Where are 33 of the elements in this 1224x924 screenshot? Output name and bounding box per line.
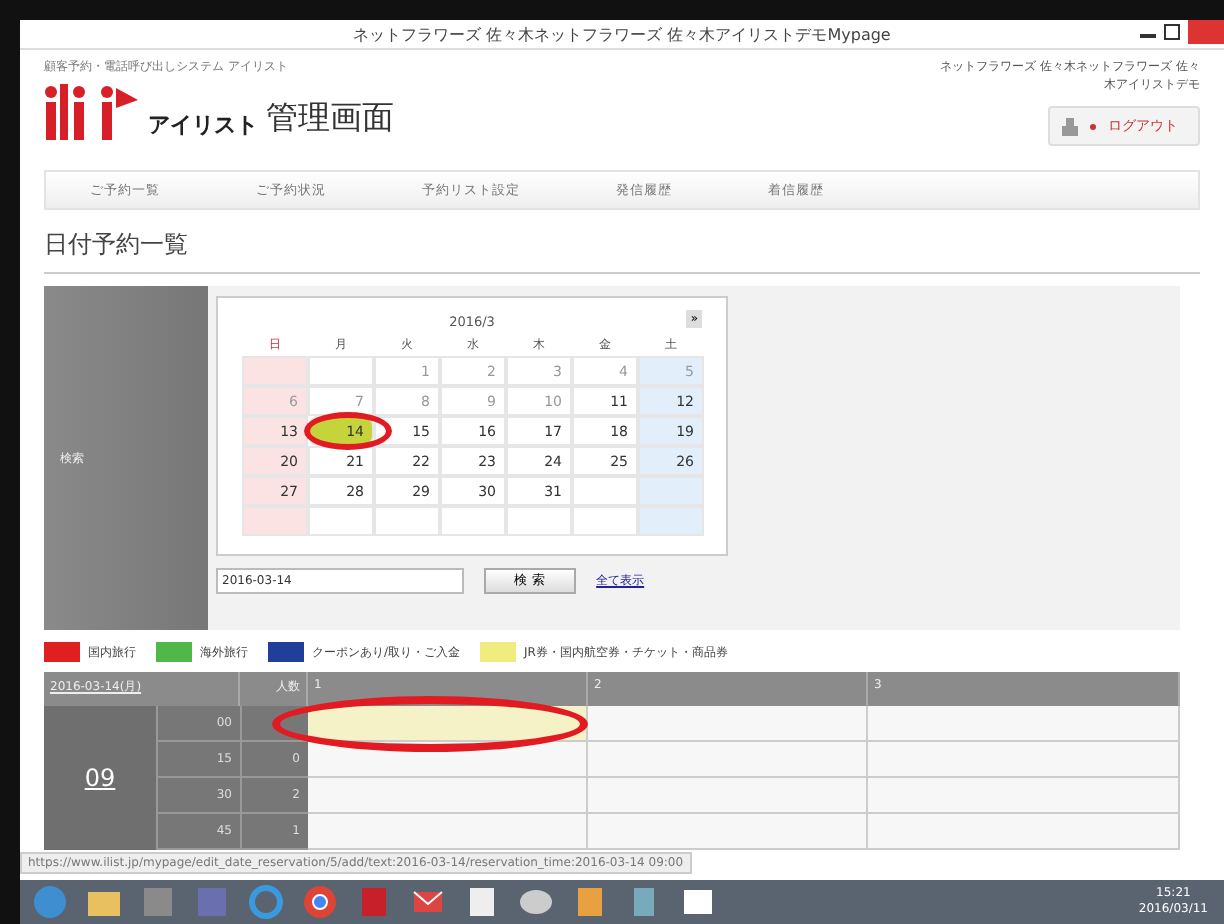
window-title: ネットフラワーズ 佐々木ネットフラワーズ 佐々木アイリストデモMypage [353, 23, 891, 45]
empty-day-cell [638, 476, 704, 506]
empty-day-cell [374, 506, 440, 536]
slot-cell[interactable] [868, 778, 1180, 814]
slot-cell[interactable] [308, 706, 588, 742]
app-icon[interactable] [572, 884, 608, 920]
document-icon[interactable] [464, 884, 500, 920]
app-icon[interactable] [140, 884, 176, 920]
slot-cell[interactable] [868, 706, 1180, 742]
start-orb-icon[interactable] [32, 884, 68, 920]
slot-cell[interactable] [588, 706, 868, 742]
section-heading: 日付予約一覧 [44, 228, 1200, 274]
hour-label[interactable]: 09 [44, 706, 156, 850]
maximize-button[interactable] [1164, 24, 1180, 40]
slot-cell[interactable] [308, 778, 588, 814]
slot-cell[interactable] [308, 814, 588, 850]
empty-day-cell [242, 356, 308, 386]
slot-cell[interactable] [588, 742, 868, 778]
empty-day-cell [440, 506, 506, 536]
empty-day-cell [506, 506, 572, 536]
empty-day-cell [638, 506, 704, 536]
page-title: 管理画面 [266, 98, 394, 140]
bullet-icon [1090, 123, 1096, 129]
empty-day-cell [242, 506, 308, 536]
slot-cell[interactable] [868, 742, 1180, 778]
logo-icon [44, 84, 140, 140]
slot-cell[interactable] [588, 814, 868, 850]
logo-text: アイリスト [148, 110, 258, 140]
window-icon[interactable] [680, 884, 716, 920]
slot-cell[interactable] [868, 814, 1180, 850]
person-icon [1062, 117, 1078, 135]
app-icon[interactable] [194, 884, 230, 920]
slot-cell[interactable] [588, 778, 868, 814]
